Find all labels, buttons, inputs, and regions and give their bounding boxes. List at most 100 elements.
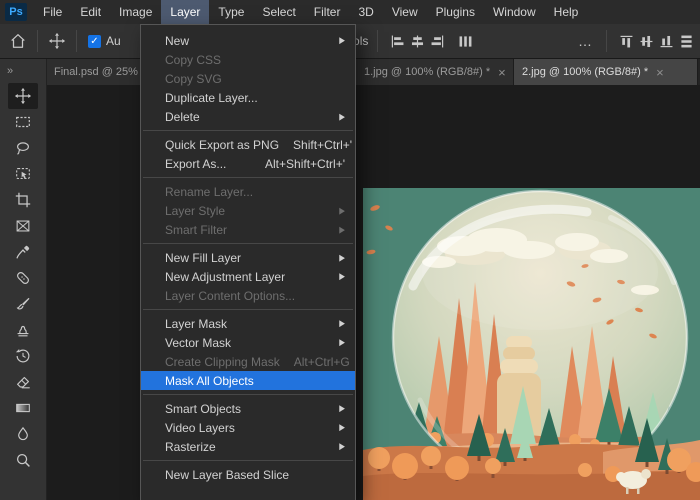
object-selection-tool[interactable] xyxy=(8,161,38,187)
menu-item-layer-mask[interactable]: Layer Mask ▶ xyxy=(141,314,355,333)
menu-file[interactable]: File xyxy=(34,0,71,24)
menu-item-delete[interactable]: Delete ▶ xyxy=(141,107,355,126)
submenu-arrow-icon: ▶ xyxy=(339,35,345,46)
menu-item-rasterize[interactable]: Rasterize ▶ xyxy=(141,437,355,456)
blur-tool[interactable] xyxy=(8,421,38,447)
object-selection-icon xyxy=(14,165,32,183)
divider xyxy=(606,30,607,52)
crop-icon xyxy=(14,191,32,209)
menu-window[interactable]: Window xyxy=(484,0,545,24)
menu-item-smart-filter: Smart Filter ▶ xyxy=(165,222,345,237)
menu-select[interactable]: Select xyxy=(253,0,304,24)
rectangular-marquee-tool[interactable] xyxy=(8,109,38,135)
menu-separator xyxy=(143,177,353,178)
menu-item-copy-svg: Copy SVG xyxy=(165,71,222,86)
menu-item-duplicate-layer[interactable]: Duplicate Layer... xyxy=(141,88,355,107)
spot-healing-brush-tool[interactable] xyxy=(8,265,38,291)
close-tab-icon[interactable]: × xyxy=(498,66,506,79)
align-bottom-button[interactable] xyxy=(656,31,676,51)
menu-filter[interactable]: Filter xyxy=(305,0,350,24)
menu-edit[interactable]: Edit xyxy=(71,0,110,24)
frame-icon xyxy=(14,217,32,235)
menu-plugins[interactable]: Plugins xyxy=(427,0,484,24)
eraser-tool[interactable] xyxy=(8,369,38,395)
menu-view[interactable]: View xyxy=(383,0,427,24)
clone-stamp-tool[interactable] xyxy=(8,317,38,343)
divider xyxy=(377,30,379,52)
tab-label: 1.jpg @ 100% (RGB/8#) * xyxy=(364,66,491,78)
history-brush-icon xyxy=(14,347,32,365)
menu-separator xyxy=(143,394,353,395)
menu-image[interactable]: Image xyxy=(110,0,161,24)
tab-label: Final.psd @ 25% xyxy=(54,66,138,78)
dodge-tool[interactable] xyxy=(8,447,38,473)
menu-item-new-adjustment-layer[interactable]: New Adjustment Layer ▶ xyxy=(141,267,355,286)
menu-item-new-layer-based-slice[interactable]: New Layer Based Slice xyxy=(141,465,355,484)
shortcut-label: Alt+Ctrl+G xyxy=(293,354,350,369)
divider xyxy=(37,30,38,52)
submenu-arrow-icon: ▶ xyxy=(339,337,345,348)
divider xyxy=(76,30,77,52)
menu-item-export-as[interactable]: Export As... Alt+Shift+Ctrl+' xyxy=(141,154,355,173)
align-top-button[interactable] xyxy=(616,31,636,51)
move-tool-indicator-icon[interactable] xyxy=(47,31,67,51)
marquee-icon xyxy=(14,113,32,131)
shortcut-label: Shift+Ctrl+' xyxy=(293,137,353,152)
shortcut-label: Alt+Shift+Ctrl+' xyxy=(265,156,345,171)
menu-3d[interactable]: 3D xyxy=(349,0,382,24)
close-tab-icon[interactable]: × xyxy=(656,66,664,79)
menu-item-rename-layer: Rename Layer... xyxy=(165,184,254,199)
photoshop-logo[interactable]: Ps xyxy=(5,3,27,21)
gradient-tool[interactable] xyxy=(8,395,38,421)
submenu-arrow-icon: ▶ xyxy=(339,318,345,329)
menu-separator xyxy=(143,243,353,244)
menu-separator xyxy=(143,130,353,131)
menu-item-new-fill-layer[interactable]: New Fill Layer ▶ xyxy=(141,248,355,267)
move-icon xyxy=(14,87,32,105)
eyedropper-icon xyxy=(14,243,32,261)
expand-panel-button[interactable]: » xyxy=(0,59,46,83)
tab-label: 2.jpg @ 100% (RGB/8#) * xyxy=(522,66,649,78)
submenu-arrow-icon: ▶ xyxy=(339,403,345,414)
menu-item-new[interactable]: New ▶ xyxy=(141,31,355,50)
menu-item-vector-mask[interactable]: Vector Mask ▶ xyxy=(141,333,355,352)
distribute-vertical-button[interactable] xyxy=(676,31,696,51)
crop-tool[interactable] xyxy=(8,187,38,213)
auto-select-label: Au xyxy=(106,34,121,48)
distribute-horizontal-button[interactable] xyxy=(455,31,475,51)
auto-select-checkbox[interactable]: ✓ xyxy=(88,34,101,48)
menu-layer[interactable]: Layer xyxy=(161,0,210,24)
brush-icon xyxy=(14,295,32,313)
healing-brush-icon xyxy=(14,269,32,287)
menu-type[interactable]: Type xyxy=(209,0,253,24)
menu-bar: Ps File Edit Image Layer Type Select Fil… xyxy=(0,0,700,24)
home-button[interactable] xyxy=(8,31,28,51)
lasso-tool[interactable] xyxy=(8,135,38,161)
menu-separator xyxy=(143,460,353,461)
menu-item-video-layers[interactable]: Video Layers ▶ xyxy=(141,418,355,437)
move-tool[interactable] xyxy=(8,83,38,109)
submenu-arrow-icon: ▶ xyxy=(339,422,345,433)
brush-tool[interactable] xyxy=(8,291,38,317)
photoshop-window: Ps File Edit Image Layer Type Select Fil… xyxy=(0,0,700,500)
align-vertical-centers-button[interactable] xyxy=(636,31,656,51)
tab-1-jpg[interactable]: 1.jpg @ 100% (RGB/8#) * × xyxy=(356,59,514,85)
align-left-button[interactable] xyxy=(387,31,407,51)
frame-tool[interactable] xyxy=(8,213,38,239)
layer-menu-dropdown: New ▶ Copy CSS Copy SVG Duplicate Layer.… xyxy=(140,24,356,500)
menu-item-mask-all-objects[interactable]: Mask All Objects xyxy=(141,371,355,390)
menu-item-quick-export-png[interactable]: Quick Export as PNG Shift+Ctrl+' xyxy=(141,135,355,154)
submenu-arrow-icon: ▶ xyxy=(339,252,345,263)
align-horizontal-centers-button[interactable] xyxy=(407,31,427,51)
tab-2-jpg[interactable]: 2.jpg @ 100% (RGB/8#) * × xyxy=(514,59,698,85)
align-right-button[interactable] xyxy=(427,31,447,51)
align-options-button[interactable]: … xyxy=(574,33,597,49)
submenu-arrow-icon: ▶ xyxy=(339,271,345,282)
history-brush-tool[interactable] xyxy=(8,343,38,369)
menu-item-smart-objects[interactable]: Smart Objects ▶ xyxy=(141,399,355,418)
document-image xyxy=(363,188,700,500)
gradient-icon xyxy=(14,399,32,417)
submenu-arrow-icon: ▶ xyxy=(339,111,345,122)
menu-help[interactable]: Help xyxy=(545,0,588,24)
eyedropper-tool[interactable] xyxy=(8,239,38,265)
